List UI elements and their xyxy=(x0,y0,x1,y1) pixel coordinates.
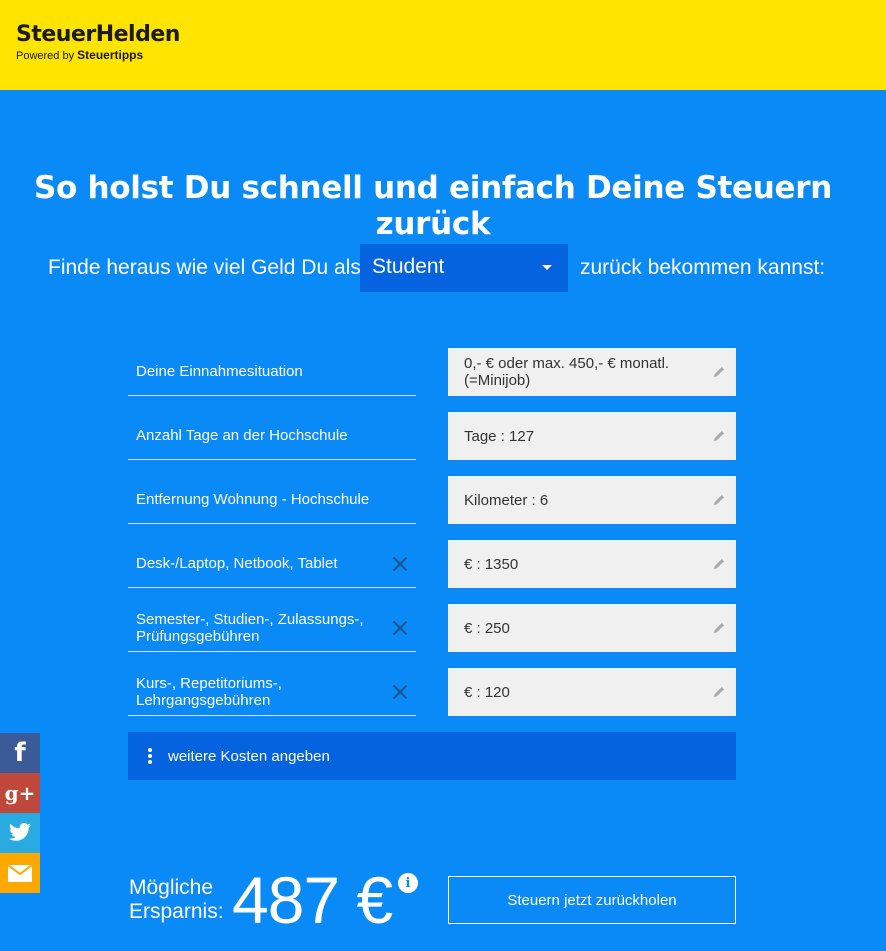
row-value-field[interactable]: Kilometer : 6 xyxy=(448,476,736,524)
row-label: Kurs-, Repetitoriums-, Lehrgangsgebühren xyxy=(128,668,416,716)
chevron-down-icon xyxy=(542,265,552,270)
remove-row-icon[interactable] xyxy=(392,556,408,572)
form-row-laptop: Desk-/Laptop, Netbook, Tablet € : 1350 xyxy=(128,540,736,588)
saving-label-line2: Ersparnis: xyxy=(129,900,224,923)
intro-pre-text: Finde heraus wie viel Geld Du als xyxy=(48,256,361,279)
pencil-icon xyxy=(714,559,724,569)
page-title: So holst Du schnell und einfach Deine St… xyxy=(34,170,832,242)
more-costs-label: weitere Kosten angeben xyxy=(168,747,330,765)
logo-powered: Powered by xyxy=(16,50,75,62)
role-select-value: Student xyxy=(372,255,445,278)
twitter-share-button[interactable] xyxy=(0,813,40,853)
more-costs-button[interactable]: weitere Kosten angeben xyxy=(128,732,736,780)
form-row-semester-fees: Semester-, Studien-, Zulassungs-, Prüfun… xyxy=(128,604,736,652)
pencil-icon xyxy=(714,367,724,377)
role-select[interactable]: Student xyxy=(360,244,568,292)
remove-row-icon[interactable] xyxy=(392,620,408,636)
email-share-button[interactable] xyxy=(0,853,40,893)
row-label: Entfernung Wohnung - Hochschule xyxy=(128,476,416,524)
facebook-icon: f xyxy=(14,738,26,768)
info-icon[interactable]: i xyxy=(398,873,418,893)
row-value: € : 120 xyxy=(464,683,510,701)
form-row-days: Anzahl Tage an der Hochschule Tage : 127 xyxy=(128,412,736,460)
more-vertical-icon xyxy=(148,748,152,764)
remove-row-icon[interactable] xyxy=(392,684,408,700)
pencil-icon xyxy=(714,431,724,441)
saving-label-line1: Mögliche xyxy=(129,876,214,899)
intro-post-text: zurück bekommen kannst: xyxy=(580,256,826,279)
facebook-share-button[interactable]: f xyxy=(0,733,40,773)
saving-label: Mögliche Ersparnis: xyxy=(129,876,224,924)
form-row-income: Deine Einnahmesituation 0,- € oder max. … xyxy=(128,348,736,396)
header: SteuerHelden Powered by Steuertipps xyxy=(0,0,886,90)
intro-sentence: Finde heraus wie viel Geld Du als Studen… xyxy=(0,244,886,292)
logo-main: SteuerHelden xyxy=(16,22,180,47)
row-value-field[interactable]: € : 120 xyxy=(448,668,736,716)
form-row-distance: Entfernung Wohnung - Hochschule Kilomete… xyxy=(128,476,736,524)
row-value-field[interactable]: 0,- € oder max. 450,- € monatl. (=Minijo… xyxy=(448,348,736,396)
saving-amount: 487 € xyxy=(232,863,393,937)
pencil-icon xyxy=(714,495,724,505)
row-value-field[interactable]: € : 250 xyxy=(448,604,736,652)
claim-tax-refund-button[interactable]: Steuern jetzt zurückholen xyxy=(448,876,736,924)
row-label: Desk-/Laptop, Netbook, Tablet xyxy=(128,540,416,588)
row-value-field[interactable]: Tage : 127 xyxy=(448,412,736,460)
logo-sub: Powered by Steuertipps xyxy=(16,48,180,63)
google-plus-icon: g+ xyxy=(4,781,36,805)
row-label: Semester-, Studien-, Zulassungs-, Prüfun… xyxy=(128,604,416,652)
row-label: Deine Einnahmesituation xyxy=(128,348,416,396)
row-value: € : 1350 xyxy=(464,555,519,573)
pencil-icon xyxy=(714,687,724,697)
row-label: Anzahl Tage an der Hochschule xyxy=(128,412,416,460)
form-row-course-fees: Kurs-, Repetitoriums-, Lehrgangsgebühren… xyxy=(128,668,736,716)
twitter-icon xyxy=(9,823,31,841)
row-value: Tage : 127 xyxy=(464,427,535,445)
row-value: 0,- € oder max. 450,- € monatl. (=Minijo… xyxy=(464,355,670,389)
envelope-icon xyxy=(8,864,32,882)
logo-brand: Steuertipps xyxy=(77,48,144,62)
row-value-field[interactable]: € : 1350 xyxy=(448,540,736,588)
pencil-icon xyxy=(714,623,724,633)
row-value: € : 250 xyxy=(464,619,510,637)
row-value: Kilometer : 6 xyxy=(464,491,549,509)
logo[interactable]: SteuerHelden Powered by Steuertipps xyxy=(16,22,180,63)
google-plus-share-button[interactable]: g+ xyxy=(0,773,40,813)
